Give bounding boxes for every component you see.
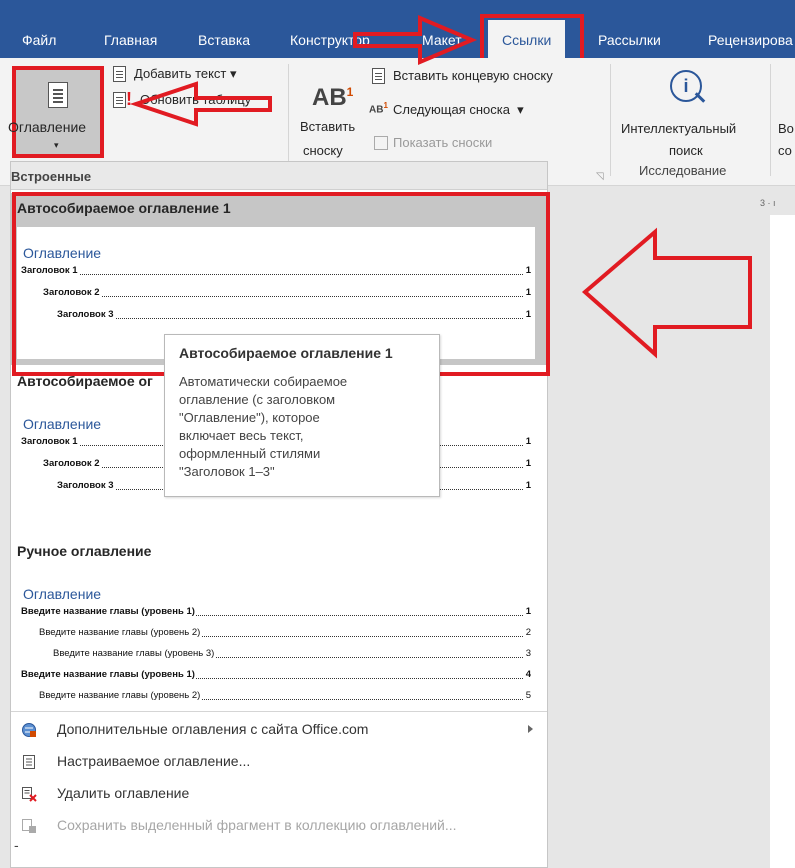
menu-separator [11, 711, 547, 712]
tab-home[interactable]: Главная [104, 30, 157, 50]
cut-off-button-line2[interactable]: со [778, 142, 792, 160]
remove-toc-icon [22, 787, 37, 802]
save-to-gallery-icon [22, 819, 36, 833]
document-page[interactable] [770, 215, 795, 868]
menu-item-remove-toc[interactable]: Удалить оглавление [11, 779, 547, 809]
gallery-section-header: Встроенные [11, 162, 547, 190]
endnote-icon [372, 68, 385, 84]
custom-toc-icon [23, 755, 35, 769]
group-separator [610, 64, 611, 176]
next-footnote-button[interactable]: Следующая сноска ▾ [393, 101, 524, 119]
preview-row: Введите название главы (уровень 2) 2 [39, 627, 531, 638]
research-group-label: Исследование [639, 163, 727, 178]
references-tab-highlight [480, 14, 584, 62]
office-globe-icon [22, 723, 36, 737]
page-dash: - [14, 837, 19, 853]
preview-row: Введите название главы (уровень 1) 1 [21, 606, 531, 617]
preview-row: Введите название главы (уровень 3) 3 [53, 648, 531, 659]
cut-off-button-line1[interactable]: Во [778, 120, 794, 138]
submenu-arrow-icon [528, 725, 533, 733]
toc-icon [48, 82, 68, 108]
smart-lookup-icon: i [670, 70, 702, 102]
toc-button-label: Оглавление [8, 119, 87, 135]
toc-button[interactable]: Оглавление ▾ [8, 66, 104, 158]
tab-design[interactable]: Конструктор [290, 30, 370, 50]
menu-item-label: Удалить оглавление [57, 785, 190, 801]
next-footnote-label: Следующая сноска [393, 102, 510, 117]
document-area [548, 186, 795, 868]
ruler: 3 · ı [760, 198, 776, 208]
show-notes-button[interactable]: Показать сноски [393, 134, 492, 152]
tab-layout[interactable]: Макет [422, 30, 462, 50]
menu-item-label: Сохранить выделенный фрагмент в коллекци… [57, 817, 457, 833]
menu-item-custom-toc[interactable]: Настраиваемое оглавление... [11, 747, 547, 777]
add-text-button[interactable]: Добавить текст ▾ [134, 65, 237, 83]
insert-endnote-button[interactable]: Вставить концевую сноску [393, 67, 553, 85]
tooltip-body: Автоматически собираемое оглавление (с з… [179, 374, 348, 479]
tab-review[interactable]: Рецензирова [708, 30, 793, 50]
show-notes-icon [374, 136, 388, 150]
section-builtin-label: Встроенные [11, 169, 92, 184]
tooltip-title: Автособираемое оглавление 1 [179, 345, 393, 361]
preview-heading: Оглавление [23, 416, 102, 432]
add-text-label: Добавить текст [134, 66, 227, 81]
menu-item-more-tocs[interactable]: Дополнительные оглавления с сайта Office… [11, 715, 547, 745]
tab-file[interactable]: Файл [22, 30, 56, 50]
menu-item-save-selection[interactable]: Сохранить выделенный фрагмент в коллекци… [11, 811, 547, 841]
smart-lookup-line2[interactable]: поиск [669, 142, 703, 160]
menu-item-label: Дополнительные оглавления с сайта Office… [57, 721, 369, 737]
preview-heading: Оглавление [23, 586, 102, 602]
preview-row: Введите название главы (уровень 1) 4 [21, 669, 531, 680]
footnote-icon: AB1 [312, 84, 354, 111]
preview-row: Введите название главы (уровень 2) 5 [39, 690, 531, 701]
tab-insert[interactable]: Вставка [198, 30, 250, 50]
group-separator [288, 64, 289, 176]
group-separator [770, 64, 771, 176]
update-table-icon [113, 92, 126, 108]
menu-item-label: Настраиваемое оглавление... [57, 753, 251, 769]
next-footnote-icon: AB1 [369, 101, 388, 116]
dialog-launcher-icon[interactable]: ◹ [596, 168, 604, 186]
insert-footnote-line1[interactable]: Вставить [300, 118, 355, 136]
warning-icon: ! [126, 89, 132, 109]
chevron-down-icon: ▾ [54, 140, 59, 150]
add-text-icon [113, 66, 126, 82]
toc-preview: Оглавление Введите название главы (урове… [17, 568, 535, 706]
smart-lookup-line1[interactable]: Интеллектуальный [621, 120, 736, 138]
tooltip: Автособираемое оглавление 1 Автоматическ… [164, 334, 440, 497]
insert-footnote-line2[interactable]: сноску [303, 142, 343, 160]
gallery-item-title: Ручное оглавление [17, 543, 152, 559]
update-table-button[interactable]: Обновить таблицу [140, 91, 251, 109]
tab-mailings[interactable]: Рассылки [598, 30, 661, 50]
ribbon-tab-bar: Файл Главная Вставка Конструктор Макет С… [0, 0, 795, 60]
gallery-item-manual-toc[interactable]: Ручное оглавление Оглавление Введите наз… [11, 538, 547, 708]
